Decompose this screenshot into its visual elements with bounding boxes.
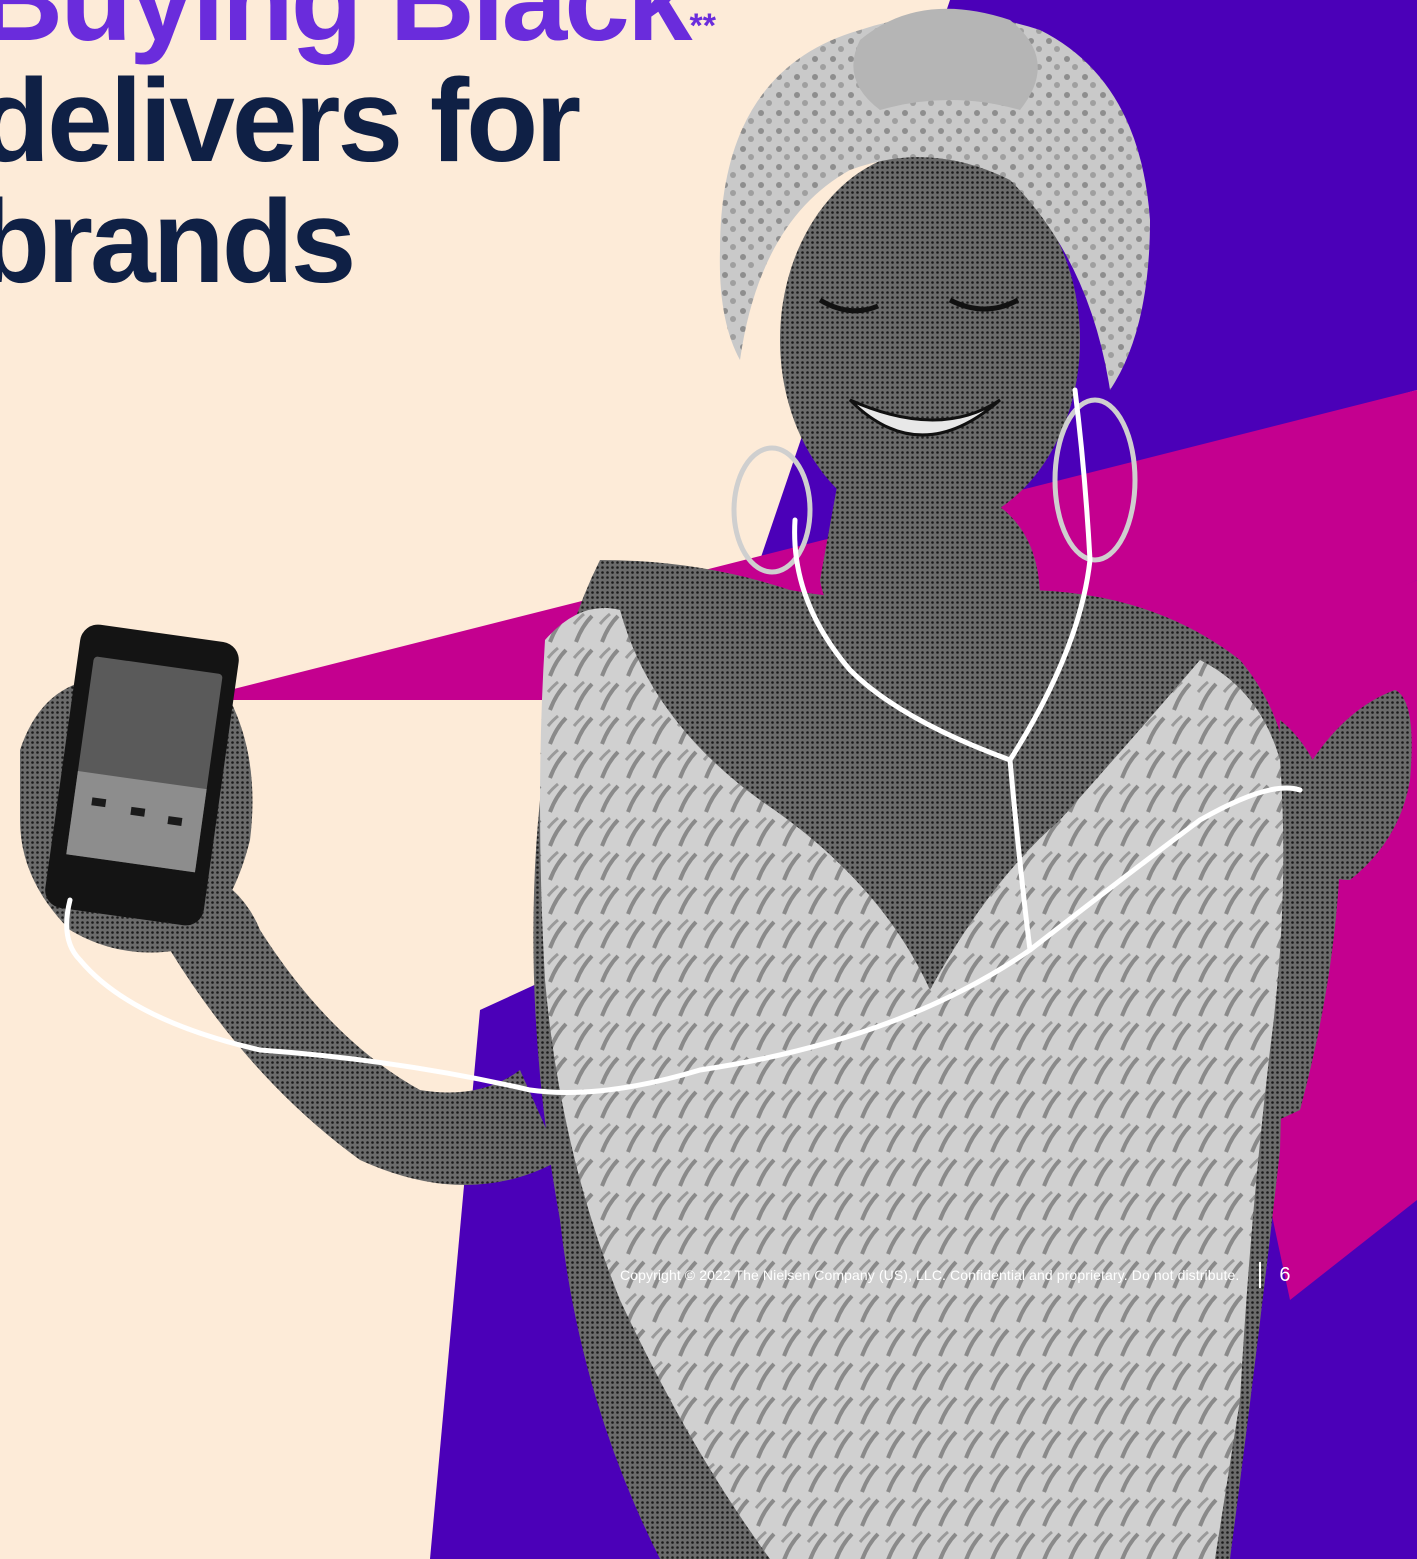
left-hoop-earring <box>731 445 813 575</box>
slide-page: Buying Black** delivers for brands Copyr… <box>0 0 1417 1559</box>
page-number: 6 <box>1279 1263 1291 1286</box>
left-arm <box>170 860 560 1185</box>
copyright-notice: Copyright © 2022 The Nielsen Company (US… <box>620 1267 1240 1283</box>
right-hoop-earring <box>1052 397 1138 563</box>
person-with-headphones-photo <box>20 8 1412 1559</box>
footer-divider <box>1259 1262 1262 1288</box>
right-hand <box>1300 690 1412 880</box>
footer: Copyright © 2022 The Nielsen Company (US… <box>620 1262 1291 1288</box>
